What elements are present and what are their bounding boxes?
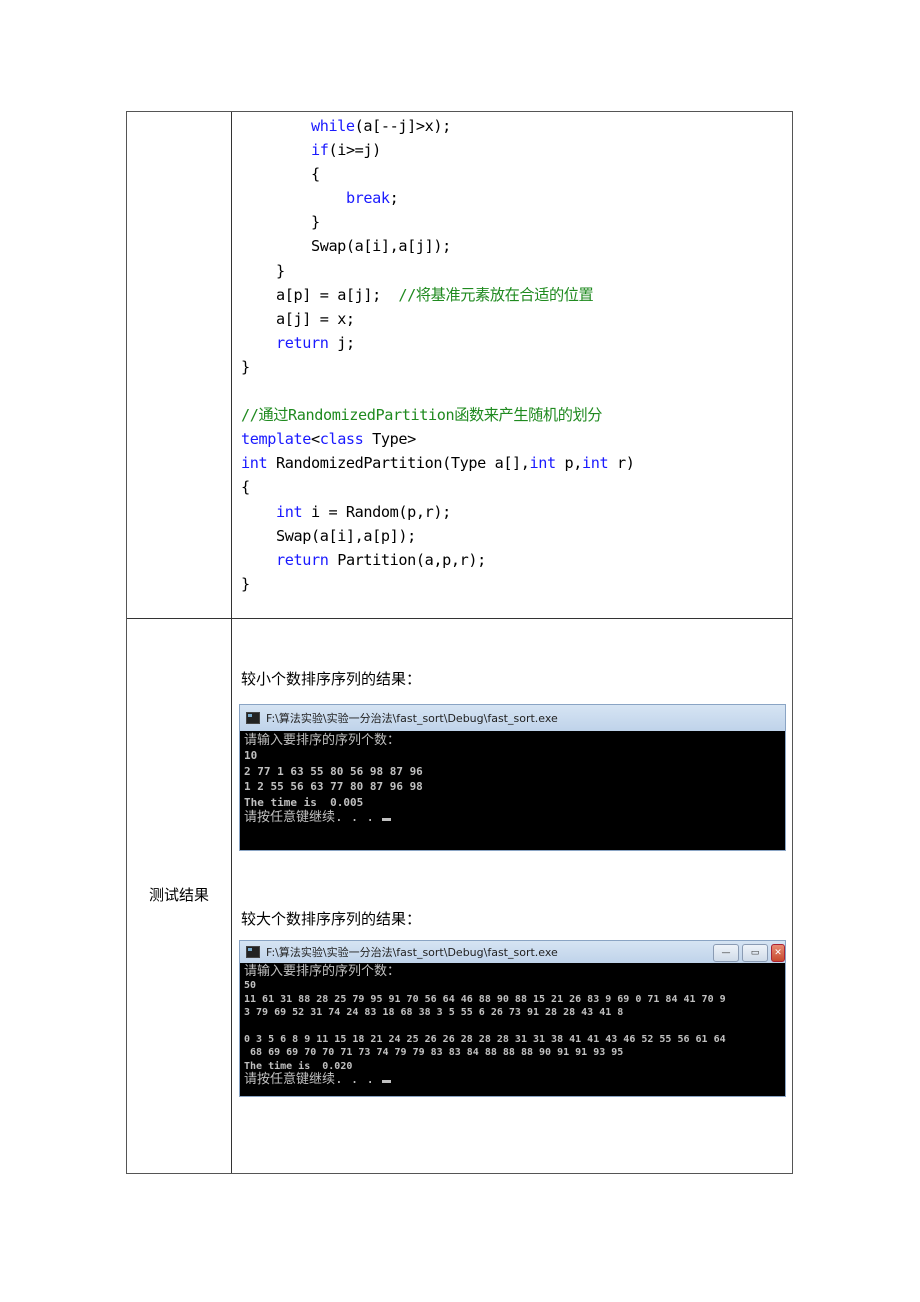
code-keyword: int [275,502,303,521]
code-text: (i>=j) [328,141,381,160]
code-text: { [241,478,250,497]
console-line: 请按任意键继续. . . [244,810,781,825]
large-sequence-caption: 较大个数排序序列的结果： [241,910,422,928]
maximize-button[interactable]: ▭ [742,944,768,962]
console-titlebar: F:\算法实验\实验一分治法\fast_sort\Debug\fast_sort… [240,941,785,963]
console-output: 请输入要排序的序列个数： 50 11 61 31 88 28 25 79 95 91… [240,963,785,1090]
console-line: 10 [244,749,258,763]
console-titlebar: F:\算法实验\实验一分治法\fast_sort\Debug\fast_sort… [240,705,785,731]
small-sequence-caption: 较小个数排序序列的结果： [241,670,422,688]
console-title: F:\算法实验\实验一分治法\fast_sort\Debug\fast_sort… [266,946,558,959]
console-app-icon [246,712,260,724]
code-text: a[j] = x; [275,309,355,328]
code-line: break; [241,186,634,210]
cursor [381,1080,391,1084]
console-line: 68 69 69 70 70 71 73 74 79 79 83 83 84 8… [244,1047,624,1059]
close-button[interactable]: ✕ [771,944,785,962]
code-line: template<class Type> [241,427,634,451]
code-comment: //将基准元素放在合适的位置 [398,285,594,304]
minimize-button[interactable]: — [713,944,739,962]
code-keyword: int [529,454,557,473]
code-keyword: return [275,333,329,352]
code-keyword: class [319,430,364,449]
code-text: p, [555,454,583,473]
code-text: RandomizedPartition(Type a[], [267,454,530,473]
console-line: 3 79 69 52 31 74 24 83 18 68 38 3 5 55 6… [244,1007,624,1019]
code-text: a[p] = a[j]; [275,285,399,304]
console-line: 0 3 5 6 8 9 11 15 18 21 24 25 26 26 28 2… [244,1034,726,1046]
code-text: Partition(a,p,r); [328,550,486,569]
code-line: } [241,259,634,283]
code-text: { [310,165,320,184]
console-line: 2 77 1 63 55 80 56 98 87 96 [244,764,423,778]
code-text: Swap(a[i],a[j]); [310,237,451,256]
console-line: 50 [244,980,257,992]
code-line: } [241,572,634,596]
code-line: return j; [241,331,634,355]
code-text: ; [389,189,399,208]
console-window-large: F:\算法实验\实验一分治法\fast_sort\Debug\fast_sort… [239,940,786,1097]
code-line: if(i>=j) [241,138,634,162]
code-line: } [241,355,634,379]
code-listing: while(a[--j]>x); if(i>=j) { break; } Swa… [241,114,635,596]
window-controls: — ▭ ✕ [713,944,785,962]
code-keyword: int [241,454,268,473]
console-line: 请按任意键继续. . . [244,1073,781,1087]
console-line: 11 61 31 88 28 25 79 95 91 70 56 64 46 8… [244,993,726,1005]
console-line: 请输入要排序的序列个数： [244,733,401,748]
code-text: i = Random(p,r); [302,502,451,521]
code-line: } [241,210,634,234]
code-line: int i = Random(p,r); [241,500,634,524]
code-text: (a[--j]>x); [354,117,452,135]
code-line: return Partition(a,p,r); [241,548,634,572]
code-text: Type> [363,430,416,449]
code-keyword: template [241,430,311,449]
code-text: } [310,213,320,232]
console-line: 1 2 55 56 63 77 80 87 96 98 [244,780,423,794]
code-text: } [241,574,250,593]
console-output: 请输入要排序的序列个数： 10 2 77 1 63 55 80 56 98 87 9… [240,731,785,827]
code-keyword: return [275,550,329,569]
code-line: int RandomizedPartition(Type a[],int p,i… [241,451,635,475]
code-text: r) [608,454,635,473]
code-line: { [241,475,634,499]
code-keyword: int [582,454,609,473]
code-text: } [275,261,285,280]
code-line: Swap(a[i],a[j]); [241,234,634,258]
column-divider [231,112,232,1173]
code-keyword: while [310,117,355,135]
code-line: { [241,162,634,186]
code-line: a[j] = x; [241,307,634,331]
cursor [381,818,391,822]
document-table: while(a[--j]>x); if(i>=j) { break; } Swa… [126,111,793,1174]
code-text: j; [328,333,355,352]
code-keyword: break [345,189,390,208]
code-line: Swap(a[i],a[p]); [241,524,634,548]
code-text: Swap(a[i],a[p]); [275,526,416,545]
code-comment: //通过RandomizedPartition函数来产生随机的划分 [241,406,603,425]
console-line: The time is 0.005 [244,795,364,809]
console-title: F:\算法实验\实验一分治法\fast_sort\Debug\fast_sort… [266,712,558,725]
console-app-icon [246,946,260,958]
code-text: < [310,430,320,449]
test-results-label: 测试结果 [148,886,209,904]
console-window-small: F:\算法实验\实验一分治法\fast_sort\Debug\fast_sort… [239,704,786,851]
code-line: //通过RandomizedPartition函数来产生随机的划分 [241,403,634,427]
console-line: 请输入要排序的序列个数： [244,964,401,979]
code-line: while(a[--j]>x); [241,114,634,138]
row-divider [127,618,792,619]
code-keyword: if [310,141,329,160]
code-text: } [241,357,250,376]
code-line: a[p] = a[j]; //将基准元素放在合适的位置 [241,283,634,307]
